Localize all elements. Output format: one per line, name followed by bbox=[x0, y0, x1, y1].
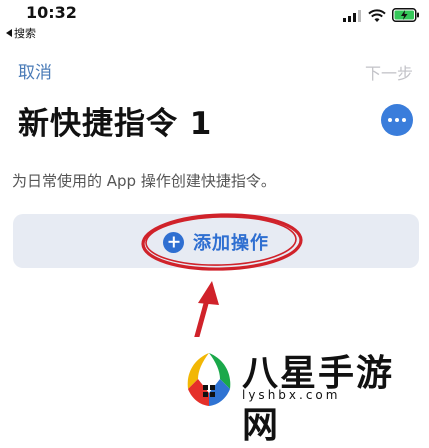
status-time: 10:32 bbox=[26, 3, 77, 22]
cancel-button[interactable]: 取消 bbox=[18, 58, 52, 83]
plus-circle-icon bbox=[163, 231, 184, 253]
more-options-button[interactable] bbox=[381, 104, 413, 136]
watermark-logo-icon bbox=[187, 353, 231, 406]
shortcut-title[interactable]: 新快捷指令 1 bbox=[18, 98, 212, 143]
ellipsis-icon bbox=[388, 118, 406, 122]
back-link-label: 搜索 bbox=[14, 27, 36, 40]
next-step-button[interactable]: 下一步 bbox=[365, 60, 413, 84]
annotation-arrow-head bbox=[198, 281, 219, 305]
wifi-icon bbox=[368, 9, 386, 22]
annotation-arrow-shaft bbox=[193, 297, 210, 343]
watermark: 八星手游网 lyshbx.com bbox=[180, 337, 429, 446]
battery-charging-icon bbox=[392, 8, 419, 22]
status-bar: 10:32 bbox=[0, 0, 429, 24]
add-action-button[interactable]: 添加操作 bbox=[163, 229, 269, 255]
add-action-label: 添加操作 bbox=[193, 233, 269, 254]
shortcut-description: 为日常使用的 App 操作创建快捷指令。 bbox=[12, 172, 276, 190]
back-to-search-link[interactable]: 搜索 bbox=[6, 25, 36, 41]
watermark-url: lyshbx.com bbox=[242, 388, 341, 402]
cellular-signal-icon bbox=[343, 10, 361, 22]
back-arrow-icon bbox=[6, 29, 12, 37]
